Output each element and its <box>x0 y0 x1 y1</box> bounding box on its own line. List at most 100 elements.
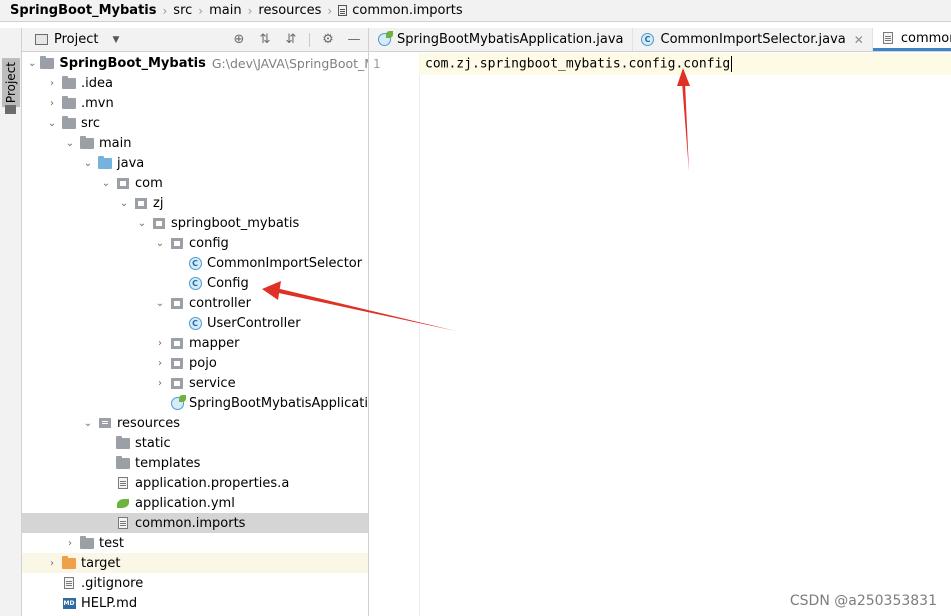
tree-item-common-imports[interactable]: › common.imports <box>22 513 368 533</box>
tree-item-common-import-selector[interactable]: › C CommonImportSelector <box>22 253 368 273</box>
chevron-down-icon[interactable]: ⌄ <box>28 58 36 69</box>
tree-item-application-yml[interactable]: › application.yml <box>22 493 368 513</box>
tree-item-service[interactable]: › service <box>22 373 368 393</box>
tab-springboot-mybatis-application[interactable]: SpringBootMybatisApplication.java <box>369 28 633 51</box>
tree-item-label: com <box>135 175 163 191</box>
tab-common-imports[interactable]: common.impor <box>872 28 951 51</box>
chevron-down-icon[interactable]: ⌄ <box>154 298 166 309</box>
chevron-down-icon[interactable]: ⌄ <box>154 238 166 249</box>
minimize-icon[interactable]: — <box>346 32 362 48</box>
tree-item-label: controller <box>189 295 252 311</box>
tree-item-label: config <box>189 235 229 251</box>
gitignore-file-icon <box>62 576 76 590</box>
breadcrumb-main[interactable]: main <box>209 3 241 18</box>
tree-item-help-md[interactable]: › MD HELP.md <box>22 593 368 613</box>
chevron-down-icon[interactable]: ⌄ <box>118 198 130 209</box>
breadcrumb-separator-icon: › <box>198 3 204 18</box>
tree-item-mvn[interactable]: › .mvn <box>22 93 368 113</box>
tree-item-test[interactable]: › test <box>22 533 368 553</box>
breadcrumb-src[interactable]: src <box>173 3 192 18</box>
gear-icon[interactable]: ⚙ <box>320 32 336 48</box>
tree-item-application-class[interactable]: › SpringBootMybatisApplication <box>22 393 368 413</box>
collapse-all-icon[interactable]: ⇵ <box>283 32 299 48</box>
tree-item-springboot-mybatis[interactable]: ⌄ springboot_mybatis <box>22 213 368 233</box>
tree-item-target[interactable]: › target <box>22 553 368 573</box>
text-file-icon <box>116 516 130 530</box>
chevron-right-icon[interactable]: › <box>154 338 166 349</box>
tree-item-main[interactable]: ⌄ main <box>22 133 368 153</box>
tree-item-label: java <box>117 155 145 171</box>
tree-item-templates[interactable]: › templates <box>22 453 368 473</box>
tree-item-idea[interactable]: › .idea <box>22 73 368 93</box>
tree-item-src[interactable]: ⌄ src <box>22 113 368 133</box>
breadcrumb-separator-icon: › <box>327 3 333 18</box>
tree-item-resources[interactable]: ⌄ resources <box>22 413 368 433</box>
tree-item-label: test <box>99 535 124 551</box>
tree-item-label: CommonImportSelector <box>207 255 363 271</box>
chevron-down-icon[interactable]: ⌄ <box>136 218 148 229</box>
tree-item-label: main <box>99 135 132 151</box>
tree-item-pojo[interactable]: › pojo <box>22 353 368 373</box>
tree-item-label: springboot_mybatis <box>171 215 300 231</box>
chevron-right-icon[interactable]: › <box>46 78 58 89</box>
tree-item-gitignore[interactable]: › .gitignore <box>22 573 368 593</box>
package-icon <box>116 176 130 190</box>
tab-label: CommonImportSelector.java <box>660 32 846 47</box>
chevron-right-icon[interactable]: › <box>46 98 58 109</box>
tool-window-strip: Project <box>0 28 22 616</box>
folder-icon[interactable] <box>5 105 16 114</box>
class-icon: C <box>188 276 202 290</box>
breadcrumb-file[interactable]: common.imports <box>352 3 462 18</box>
spring-boot-class-icon <box>170 394 186 410</box>
chevron-right-icon[interactable]: › <box>154 378 166 389</box>
markdown-file-icon: MD <box>62 597 76 609</box>
chevron-down-icon[interactable]: ▼ <box>112 35 119 45</box>
chevron-down-icon[interactable]: ⌄ <box>46 118 58 129</box>
crosshair-icon[interactable]: ⊕ <box>231 32 247 48</box>
chevron-right-icon[interactable]: › <box>64 538 76 549</box>
class-icon: C <box>188 316 202 330</box>
chevron-down-icon[interactable]: ⌄ <box>82 158 94 169</box>
tree-item-label: src <box>81 115 100 131</box>
chevron-down-icon[interactable]: ⌄ <box>100 178 112 189</box>
tree-item-zj[interactable]: ⌄ zj <box>22 193 368 213</box>
chevron-right-icon[interactable]: › <box>154 358 166 369</box>
tree-item-controller[interactable]: ⌄ controller <box>22 293 368 313</box>
package-icon <box>170 376 184 390</box>
tab-label: common.impor <box>900 30 951 46</box>
line-number: 1 <box>373 57 381 71</box>
tree-item-config-package[interactable]: ⌄ config <box>22 233 368 253</box>
chevron-right-icon[interactable]: › <box>46 558 58 569</box>
code-editor[interactable]: com.zj.springboot_mybatis.config.config <box>425 56 733 72</box>
folder-icon <box>116 435 130 450</box>
expand-all-icon[interactable]: ⇅ <box>257 32 273 48</box>
chevron-down-icon[interactable]: ⌄ <box>82 418 94 429</box>
tree-item-config-class[interactable]: › C Config <box>22 273 368 293</box>
tree-item-static[interactable]: › static <box>22 433 368 453</box>
chevron-down-icon[interactable]: ⌄ <box>64 138 76 149</box>
project-tool-window-button[interactable]: Project <box>2 58 20 108</box>
tree-item-label: .mvn <box>81 95 114 111</box>
project-header-actions: ⊕ ⇅ ⇵ ⚙ — <box>231 28 362 51</box>
folder-icon <box>62 115 76 130</box>
breadcrumb-project[interactable]: SpringBoot_Mybatis <box>10 3 156 18</box>
tree-item-mapper[interactable]: › mapper <box>22 333 368 353</box>
tree-item-project-root[interactable]: ⌄ SpringBoot_Mybatis G:\dev\JAVA\SpringB… <box>22 53 368 73</box>
tree-item-com[interactable]: ⌄ com <box>22 173 368 193</box>
project-path-hint: G:\dev\JAVA\SpringBoot_Myb <box>211 55 368 71</box>
text-file-icon <box>881 31 895 45</box>
breadcrumb-separator-icon: › <box>247 3 253 18</box>
source-folder-icon <box>98 155 112 170</box>
tree-item-label: .idea <box>81 75 113 91</box>
breadcrumb-resources[interactable]: resources <box>258 3 321 18</box>
spring-boot-class-icon <box>377 31 393 47</box>
editor-tabs: SpringBootMybatisApplication.java C Comm… <box>369 28 951 52</box>
tree-item-application-properties[interactable]: › application.properties.a <box>22 473 368 493</box>
tab-common-import-selector[interactable]: C CommonImportSelector.java ✕ <box>633 28 873 51</box>
tree-item-user-controller[interactable]: › C UserController <box>22 313 368 333</box>
project-view-title[interactable]: Project <box>54 32 98 47</box>
folder-icon <box>80 535 94 550</box>
close-icon[interactable]: ✕ <box>854 33 864 47</box>
tree-item-java[interactable]: ⌄ java <box>22 153 368 173</box>
tree-item-label: pojo <box>189 355 217 371</box>
